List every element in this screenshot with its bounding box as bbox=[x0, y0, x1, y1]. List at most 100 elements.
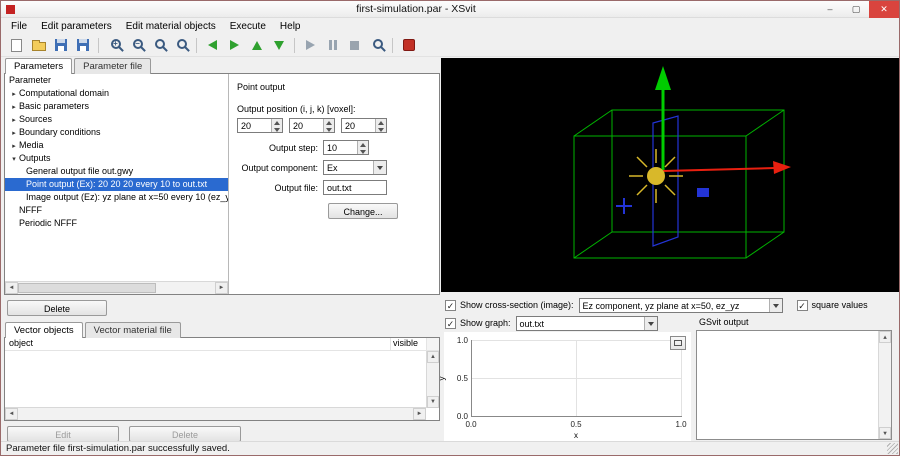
tree-item-sources[interactable]: ▸Sources bbox=[5, 113, 228, 126]
scroll-up-icon[interactable]: ▲ bbox=[879, 331, 891, 343]
tree-item-computational-domain[interactable]: ▸Computational domain bbox=[5, 87, 228, 100]
delete-object-button[interactable]: Delete bbox=[129, 426, 241, 442]
move-right-button[interactable] bbox=[224, 35, 245, 55]
output-step-spinbox[interactable]: 10 bbox=[323, 140, 369, 155]
scroll-up-icon[interactable]: ▲ bbox=[427, 351, 439, 363]
spin-down-icon[interactable] bbox=[324, 126, 334, 133]
tree-item-point-output[interactable]: Point output (Ex): 20 20 20 every 10 to … bbox=[5, 178, 228, 191]
scroll-right-icon[interactable]: ► bbox=[215, 282, 228, 294]
left-panel: Parameters Parameter file Parameter ▸Com… bbox=[4, 58, 440, 444]
output-component-select[interactable]: Ex bbox=[323, 160, 387, 175]
tab-parameter-file[interactable]: Parameter file bbox=[74, 58, 151, 74]
vector-object-list[interactable]: object visible ▲ ▼ ◄ ► bbox=[4, 337, 440, 421]
preview-output-button[interactable] bbox=[366, 35, 387, 55]
spin-buttons bbox=[357, 141, 368, 154]
tree-item-boundary-conditions[interactable]: ▸Boundary conditions bbox=[5, 126, 228, 139]
x-axis-arrow bbox=[663, 161, 791, 174]
zoom-in-button[interactable]: + bbox=[104, 35, 125, 55]
cross-section-select[interactable]: Ez component, yz plane at x=50, ez_yz bbox=[579, 298, 783, 313]
move-up-button[interactable] bbox=[246, 35, 267, 55]
spin-down-icon[interactable] bbox=[358, 148, 368, 155]
zoom-fit-button[interactable] bbox=[170, 35, 191, 55]
menu-edit-material-objects[interactable]: Edit material objects bbox=[119, 20, 223, 33]
scroll-left-icon[interactable]: ◄ bbox=[5, 408, 18, 420]
parameter-tabs: Parameters Parameter file bbox=[4, 58, 440, 74]
graph-file-select[interactable]: out.txt bbox=[516, 316, 658, 331]
scroll-right-icon[interactable]: ► bbox=[413, 408, 426, 420]
gsvit-output-box[interactable]: ▲ ▼ bbox=[696, 330, 892, 440]
stop-simulation-button[interactable] bbox=[344, 35, 365, 55]
scene-canvas[interactable] bbox=[441, 58, 899, 292]
output-file-input[interactable] bbox=[323, 180, 387, 195]
column-visible[interactable]: visible bbox=[390, 338, 426, 350]
delete-output-button[interactable]: Delete bbox=[7, 300, 107, 316]
save-file-as-button[interactable] bbox=[72, 35, 93, 55]
expander-collapsed-icon[interactable]: ▸ bbox=[9, 127, 19, 139]
position-label: Output position (i, j, k) [voxel]: bbox=[237, 104, 431, 114]
scroll-down-icon[interactable]: ▼ bbox=[879, 427, 891, 439]
scroll-down-icon[interactable]: ▼ bbox=[427, 396, 439, 408]
expander-collapsed-icon[interactable]: ▸ bbox=[9, 101, 19, 113]
scrollbar-track[interactable] bbox=[18, 408, 413, 420]
zoom-reset-button[interactable] bbox=[148, 35, 169, 55]
tree-item-image-output[interactable]: Image output (Ez): yz plane at x=50 ever… bbox=[5, 191, 228, 204]
open-file-button[interactable] bbox=[28, 35, 49, 55]
tree-item-basic-parameters[interactable]: ▸Basic parameters bbox=[5, 100, 228, 113]
list-horizontal-scrollbar[interactable]: ◄ ► bbox=[5, 407, 426, 420]
output-component-label: Output component: bbox=[237, 163, 323, 173]
scroll-left-icon[interactable]: ◄ bbox=[5, 282, 18, 294]
chevron-down-icon[interactable] bbox=[373, 161, 386, 174]
tab-parameters[interactable]: Parameters bbox=[5, 58, 72, 74]
scrollbar-track[interactable] bbox=[879, 343, 891, 427]
zoom-out-button[interactable]: − bbox=[126, 35, 147, 55]
square-values-checkbox[interactable]: ✓ bbox=[797, 300, 808, 311]
expander-collapsed-icon[interactable]: ▸ bbox=[9, 88, 19, 100]
tree-item-outputs[interactable]: ▾Outputs bbox=[5, 152, 228, 165]
tree-horizontal-scrollbar[interactable]: ◄ ► bbox=[5, 281, 228, 294]
chevron-down-icon[interactable] bbox=[769, 299, 782, 312]
move-left-button[interactable] bbox=[202, 35, 223, 55]
expander-collapsed-icon[interactable]: ▸ bbox=[9, 140, 19, 152]
move-down-button[interactable] bbox=[268, 35, 289, 55]
tree-item-periodic-nfff[interactable]: Periodic NFFF bbox=[5, 217, 228, 230]
menu-edit-parameters[interactable]: Edit parameters bbox=[34, 20, 119, 33]
minimize-button[interactable]: – bbox=[817, 1, 843, 18]
output-point-marker bbox=[616, 188, 709, 214]
output-vertical-scrollbar[interactable]: ▲ ▼ bbox=[878, 331, 891, 439]
column-object[interactable]: object bbox=[5, 338, 390, 350]
change-file-button[interactable]: Change... bbox=[328, 203, 398, 219]
tab-vector-objects[interactable]: Vector objects bbox=[5, 322, 83, 338]
tree-item-nfff[interactable]: NFFF bbox=[5, 204, 228, 217]
new-file-button[interactable] bbox=[6, 35, 27, 55]
graph-menu-button[interactable] bbox=[670, 336, 686, 350]
show-cross-section-checkbox[interactable]: ✓ bbox=[445, 300, 456, 311]
position-i-spinbox[interactable]: 20 bbox=[237, 118, 283, 133]
run-simulation-button[interactable] bbox=[300, 35, 321, 55]
spin-down-icon[interactable] bbox=[272, 126, 282, 133]
graph-widget[interactable]: 1.0 0.5 0.0 y 0.0 0.5 1.0 x bbox=[444, 332, 691, 444]
resize-grip[interactable] bbox=[887, 443, 898, 454]
open-in-gwyddion-button[interactable] bbox=[398, 35, 419, 55]
close-button[interactable]: ✕ bbox=[869, 1, 899, 18]
menu-file[interactable]: File bbox=[4, 20, 34, 33]
chevron-down-icon[interactable] bbox=[644, 317, 657, 330]
show-graph-checkbox[interactable]: ✓ bbox=[445, 318, 456, 329]
save-file-button[interactable] bbox=[50, 35, 71, 55]
pause-simulation-button[interactable] bbox=[322, 35, 343, 55]
edit-object-button[interactable]: Edit bbox=[7, 426, 119, 442]
position-k-spinbox[interactable]: 20 bbox=[341, 118, 387, 133]
spin-down-icon[interactable] bbox=[376, 126, 386, 133]
tree-item-general-output-file[interactable]: General output file out.gwy bbox=[5, 165, 228, 178]
scrollbar-thumb[interactable] bbox=[18, 283, 156, 293]
title-bar[interactable]: first-simulation.par - XSvit – ▢ ✕ bbox=[1, 1, 899, 18]
tab-vector-material-file[interactable]: Vector material file bbox=[85, 322, 181, 338]
menu-execute[interactable]: Execute bbox=[223, 20, 273, 33]
expander-expanded-icon[interactable]: ▾ bbox=[9, 153, 19, 165]
tree-item-media[interactable]: ▸Media bbox=[5, 139, 228, 152]
position-j-spinbox[interactable]: 20 bbox=[289, 118, 335, 133]
expander-collapsed-icon[interactable]: ▸ bbox=[9, 114, 19, 126]
simulation-3d-view[interactable] bbox=[441, 58, 899, 292]
maximize-button[interactable]: ▢ bbox=[843, 1, 869, 18]
scrollbar-track[interactable] bbox=[18, 282, 215, 294]
menu-help[interactable]: Help bbox=[273, 20, 308, 33]
